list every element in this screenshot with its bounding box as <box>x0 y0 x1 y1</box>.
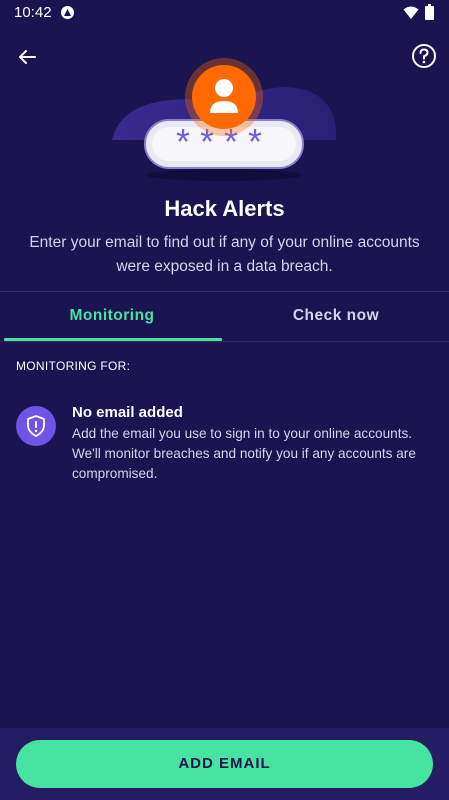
battery-icon <box>425 4 434 20</box>
shield-alert-icon <box>16 406 56 446</box>
section-label: MONITORING FOR: <box>16 359 131 373</box>
help-button[interactable] <box>411 43 437 69</box>
back-button[interactable] <box>12 42 42 72</box>
tab-check-now[interactable]: Check now <box>224 292 448 340</box>
empty-state-title: No email added <box>72 404 183 421</box>
page-title: Hack Alerts <box>164 196 285 221</box>
wifi-icon <box>403 6 419 19</box>
arrow-left-icon <box>19 50 36 64</box>
status-time: 10:42 <box>14 4 52 21</box>
tab-monitoring[interactable]: Monitoring <box>0 292 224 340</box>
page-subtitle: Enter your email to find out if any of y… <box>29 234 420 275</box>
help-circle-icon <box>412 44 436 68</box>
empty-state-description: Add the email you use to sign in to your… <box>72 426 416 481</box>
app-notification-icon <box>61 6 74 19</box>
add-email-button[interactable]: ADD EMAIL <box>16 740 433 788</box>
status-bar: 10:42 <box>0 0 449 26</box>
tabs-divider-bottom <box>0 341 449 342</box>
hack-alerts-illustration: **** <box>112 58 337 181</box>
